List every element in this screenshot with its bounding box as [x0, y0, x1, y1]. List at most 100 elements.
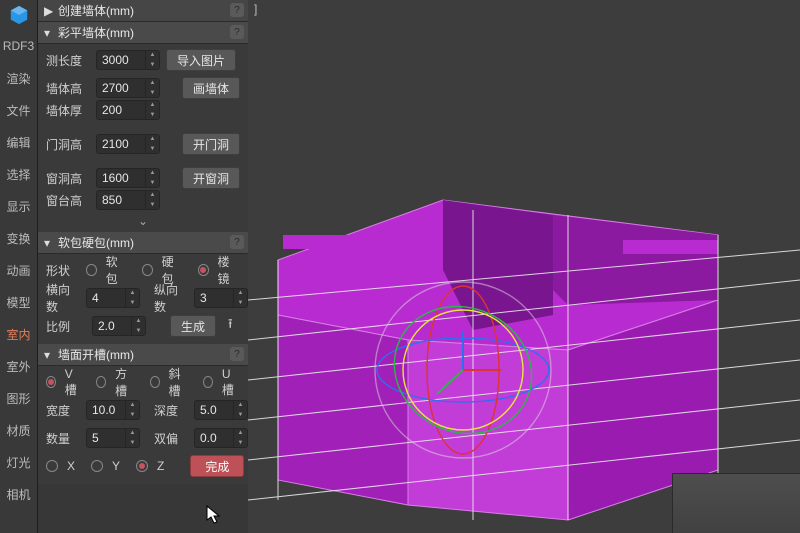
spin-down[interactable]: ▼ [132, 326, 145, 336]
sill-height-input[interactable] [97, 193, 145, 207]
viewport-thumbnail[interactable] [672, 473, 800, 533]
nav-material[interactable]: 材质 [0, 414, 37, 446]
slot-count-spinner[interactable]: ▲▼ [86, 428, 140, 448]
spin-up[interactable]: ▲ [146, 50, 159, 60]
nav-camera[interactable]: 相机 [0, 478, 37, 510]
spin-up[interactable]: ▲ [234, 400, 247, 410]
wall-height-input[interactable] [97, 81, 145, 95]
shape-hard-radio[interactable] [142, 264, 153, 276]
app-logo-icon[interactable] [0, 0, 38, 30]
open-window-button[interactable]: 开窗洞 [182, 167, 240, 189]
slot-v-radio[interactable] [46, 376, 56, 388]
upload-icon[interactable]: ⭱ [228, 315, 233, 337]
help-icon[interactable]: ? [230, 3, 244, 17]
window-height-spinner[interactable]: ▲▼ [96, 168, 160, 188]
draw-wall-button[interactable]: 画墙体 [182, 77, 240, 99]
spin-up[interactable]: ▲ [234, 288, 247, 298]
slot-depth-input[interactable] [195, 403, 233, 417]
spin-up[interactable]: ▲ [126, 428, 139, 438]
wall-thick-spinner[interactable]: ▲▼ [96, 100, 160, 120]
help-icon[interactable]: ? [230, 347, 244, 361]
help-icon[interactable]: ? [230, 235, 244, 249]
nav-shape[interactable]: 图形 [0, 382, 37, 414]
spin-up[interactable]: ▲ [146, 78, 159, 88]
measure-label: 测长度 [46, 52, 90, 69]
spin-down[interactable]: ▼ [146, 88, 159, 98]
slot-bevel-label: 斜槽 [169, 365, 188, 399]
spin-down[interactable]: ▼ [146, 60, 159, 70]
measure-spinner[interactable]: ▲▼ [96, 50, 160, 70]
spin-up[interactable]: ▲ [146, 100, 159, 110]
section-color-wall[interactable]: ▾ 彩平墙体(mm) ? [38, 22, 248, 44]
slot-bevel-radio[interactable] [150, 376, 160, 388]
nav-transform[interactable]: 变换 [0, 222, 37, 254]
slot-offset-input[interactable] [195, 431, 233, 445]
ratio-input[interactable] [93, 319, 131, 333]
spin-down[interactable]: ▼ [234, 438, 247, 448]
generate-button[interactable]: 生成 [170, 315, 216, 337]
spin-up[interactable]: ▲ [146, 134, 159, 144]
window-height-input[interactable] [97, 171, 145, 185]
measure-input[interactable] [97, 53, 145, 67]
nav-light[interactable]: 灯光 [0, 446, 37, 478]
section-slot[interactable]: ▾ 墙面开槽(mm) ? [38, 344, 248, 366]
spin-up[interactable]: ▲ [126, 400, 139, 410]
nav-select[interactable]: 选择 [0, 158, 37, 190]
slot-count-label: 数量 [46, 430, 80, 447]
axis-y-radio[interactable] [91, 460, 103, 472]
done-button[interactable]: 完成 [190, 455, 244, 477]
spin-up[interactable]: ▲ [146, 168, 159, 178]
sill-height-spinner[interactable]: ▲▼ [96, 190, 160, 210]
nav-render[interactable]: 渲染 [0, 62, 37, 94]
import-image-button[interactable]: 导入图片 [166, 49, 236, 71]
slot-width-spinner[interactable]: ▲▼ [86, 400, 140, 420]
spin-down[interactable]: ▼ [126, 298, 139, 308]
nav-interior[interactable]: 室内 [0, 318, 37, 350]
slot-square-radio[interactable] [96, 376, 106, 388]
axis-x-radio[interactable] [46, 460, 58, 472]
section-create-wall[interactable]: ▶ 创建墙体(mm) ? [38, 0, 248, 22]
spin-up[interactable]: ▲ [126, 288, 139, 298]
slot-u-radio[interactable] [203, 376, 213, 388]
slot-offset-spinner[interactable]: ▲▼ [194, 428, 248, 448]
spin-down[interactable]: ▼ [146, 200, 159, 210]
nav-edit[interactable]: 编辑 [0, 126, 37, 158]
section-title: 墙面开槽(mm) [58, 346, 242, 363]
ratio-spinner[interactable]: ▲▼ [92, 316, 146, 336]
spin-down[interactable]: ▼ [234, 298, 247, 308]
axis-z-radio[interactable] [136, 460, 148, 472]
wall-height-spinner[interactable]: ▲▼ [96, 78, 160, 98]
shape-mirror-radio[interactable] [198, 264, 209, 276]
spin-up[interactable]: ▲ [146, 190, 159, 200]
wall-thick-input[interactable] [97, 103, 145, 117]
nav-rdf3[interactable]: RDF3 [0, 30, 37, 62]
door-height-spinner[interactable]: ▲▼ [96, 134, 160, 154]
spin-down[interactable]: ▼ [234, 410, 247, 420]
spin-down[interactable]: ▼ [126, 438, 139, 448]
vnum-input[interactable] [195, 291, 233, 305]
shape-soft-radio[interactable] [86, 264, 97, 276]
nav-anim[interactable]: 动画 [0, 254, 37, 286]
slot-width-input[interactable] [87, 403, 125, 417]
hnum-spinner[interactable]: ▲▼ [86, 288, 140, 308]
nav-file[interactable]: 文件 [0, 94, 37, 126]
open-door-button[interactable]: 开门洞 [182, 133, 240, 155]
help-icon[interactable]: ? [230, 25, 244, 39]
slot-count-input[interactable] [87, 431, 125, 445]
door-height-input[interactable] [97, 137, 145, 151]
nav-exterior[interactable]: 室外 [0, 350, 37, 382]
vnum-spinner[interactable]: ▲▼ [194, 288, 248, 308]
spin-up[interactable]: ▲ [132, 316, 145, 326]
hnum-input[interactable] [87, 291, 125, 305]
spin-down[interactable]: ▼ [126, 410, 139, 420]
spin-down[interactable]: ▼ [146, 144, 159, 154]
slot-depth-spinner[interactable]: ▲▼ [194, 400, 248, 420]
spin-up[interactable]: ▲ [234, 428, 247, 438]
viewport-3d[interactable]: ] [248, 0, 800, 533]
nav-display[interactable]: 显示 [0, 190, 37, 222]
spin-down[interactable]: ▼ [146, 110, 159, 120]
collapse-indicator-icon[interactable]: ⌄ [38, 214, 248, 228]
spin-down[interactable]: ▼ [146, 178, 159, 188]
nav-model[interactable]: 模型 [0, 286, 37, 318]
section-soft-hard[interactable]: ▾ 软包硬包(mm) ? [38, 232, 248, 254]
